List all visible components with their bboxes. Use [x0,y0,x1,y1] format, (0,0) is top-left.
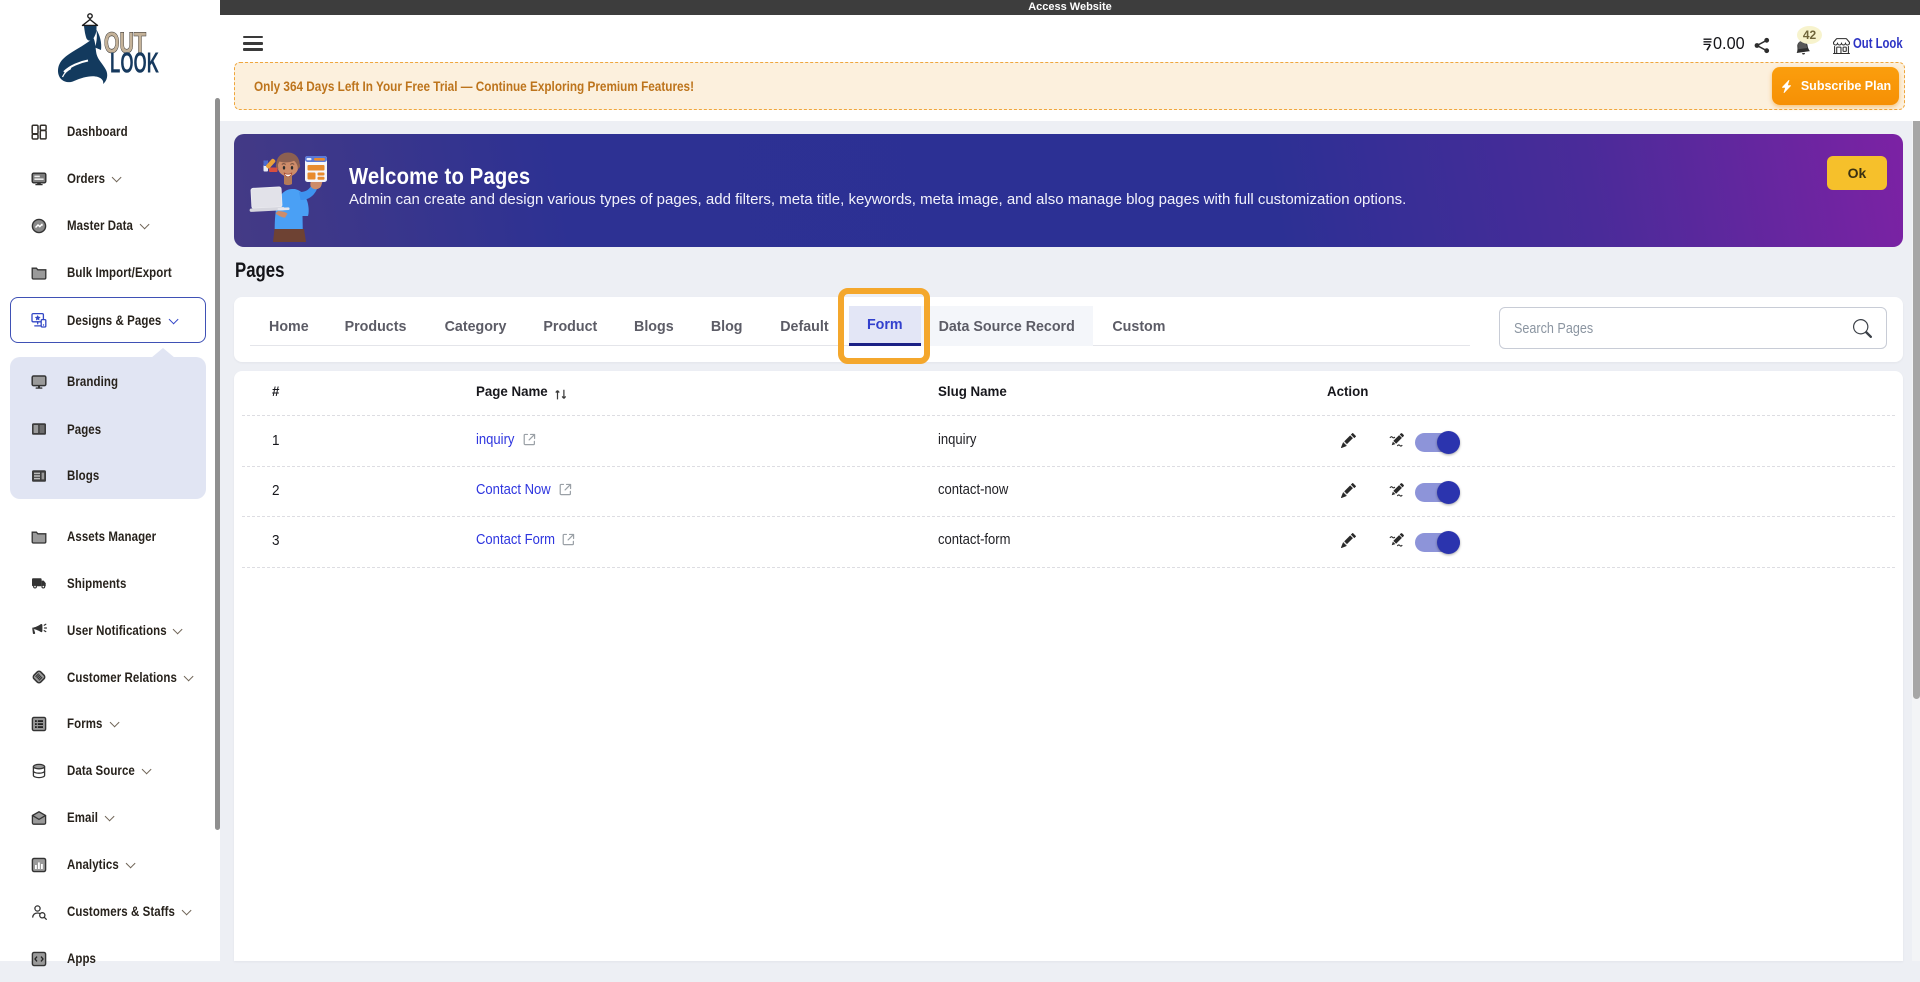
svg-text:LOOK: LOOK [110,48,159,80]
